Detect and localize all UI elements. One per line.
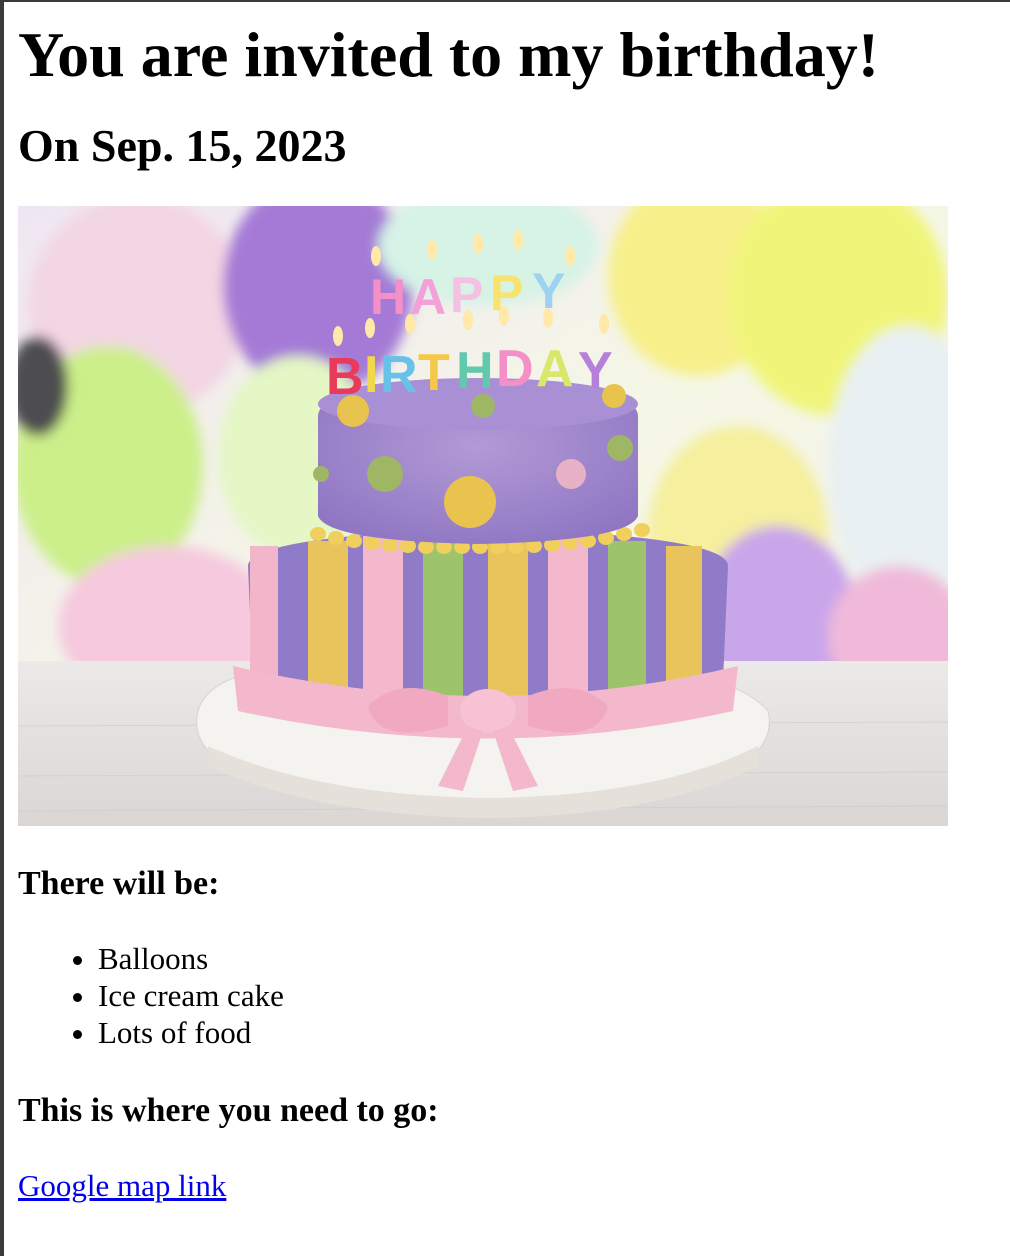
items-list: Balloons Ice cream cake Lots of food [18,940,998,1051]
svg-text:H: H [456,342,494,400]
svg-text:A: A [410,269,446,325]
birthday-cake-image: H A P P Y B I R T H D A Y [18,206,948,826]
google-map-link[interactable]: Google map link [18,1167,226,1205]
svg-text:B: B [326,348,364,406]
list-item: Ice cream cake [98,977,998,1014]
svg-text:A: A [536,340,574,398]
list-item: Lots of food [98,1014,998,1051]
page-content: You are invited to my birthday! On Sep. … [18,0,998,1205]
svg-text:T: T [418,344,450,402]
svg-text:I: I [364,346,378,404]
there-will-be-heading: There will be: [18,865,220,902]
list-item: Balloons [98,940,998,977]
date-heading: On Sep. 15, 2023 [18,120,347,171]
page-title: You are invited to my birthday! [18,19,880,90]
svg-text:D: D [496,340,534,398]
svg-text:H: H [370,269,406,325]
window-frame-left [0,0,4,1256]
svg-text:Y: Y [578,342,613,400]
svg-text:R: R [380,346,418,404]
where-heading: This is where you need to go: [18,1092,439,1129]
